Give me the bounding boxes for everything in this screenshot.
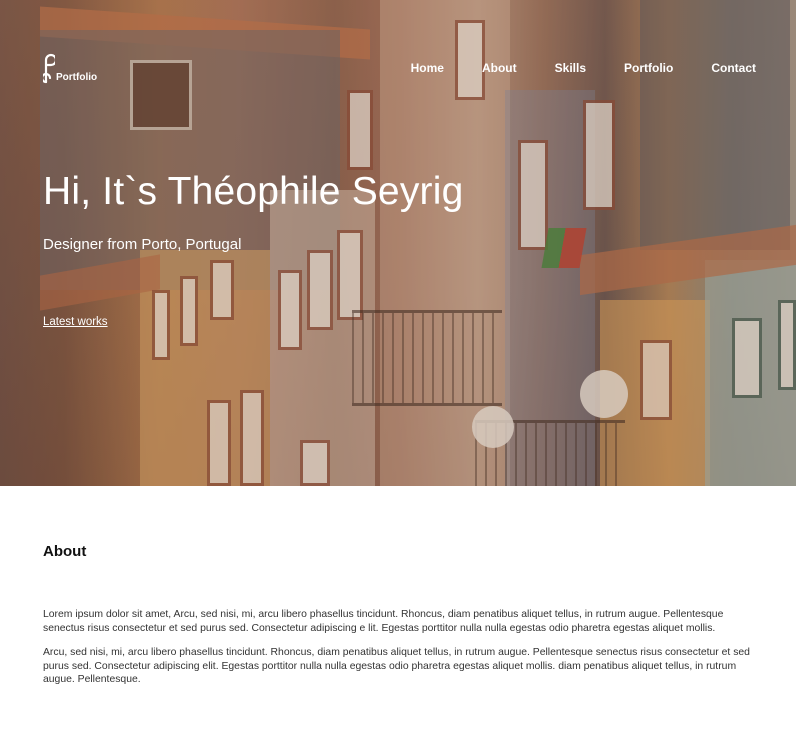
latest-works-link[interactable]: Latest works	[43, 316, 108, 328]
portfolio-logo-icon	[43, 50, 55, 84]
nav-item-portfolio[interactable]: Portfolio	[624, 61, 673, 75]
nav-item-skills[interactable]: Skills	[555, 61, 586, 75]
nav-item-about[interactable]: About	[482, 61, 517, 75]
nav-item-home[interactable]: Home	[411, 61, 444, 75]
about-title: About	[43, 543, 87, 560]
about-paragraph: Lorem ipsum dolor sit amet, Arcu, sed ni…	[43, 609, 724, 634]
logo-text: Portfolio	[56, 72, 98, 83]
hero-subtitle: Designer from Porto, Portugal	[43, 236, 242, 253]
about-paragraph: Arcu, sed nisi, mi, arcu libero phasellu…	[43, 647, 750, 686]
hero-title: Hi, It`s Théophile Seyrig	[43, 170, 464, 213]
main-nav: Home About Skills Portfolio Contact	[411, 61, 756, 75]
logo-link[interactable]: Portfolio	[43, 50, 97, 84]
nav-item-contact[interactable]: Contact	[711, 61, 756, 75]
about-section: About Lorem ipsum dolor sit amet, Arcu, …	[43, 486, 755, 687]
hero-section: Portfolio Home About Skills Portfolio Co…	[0, 0, 796, 486]
